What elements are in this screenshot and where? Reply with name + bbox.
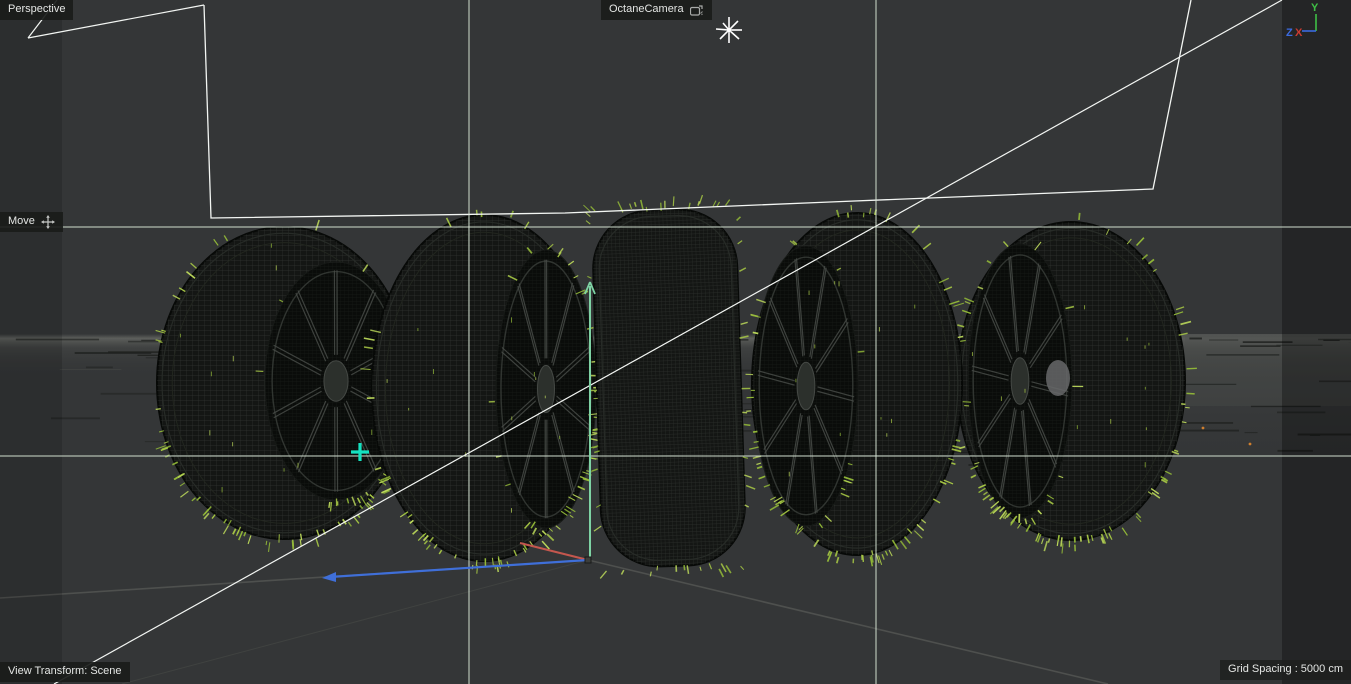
scene-svg[interactable] [0, 0, 1351, 684]
accent-dot [1202, 427, 1205, 430]
active-tool-label[interactable]: Move [0, 212, 63, 232]
viewport-3d[interactable]: Perspective OctaneCamera Move View Trans… [0, 0, 1351, 684]
gizmo-x-label: X [1295, 27, 1303, 39]
light-object-icon [716, 17, 742, 43]
camera-swap-icon[interactable] [690, 4, 704, 16]
accent-dot [1249, 443, 1252, 446]
tire-wireframe-3 [581, 194, 758, 581]
active-tool-text: Move [8, 214, 35, 229]
tire-wireframe-5 [954, 213, 1197, 554]
grid-spacing-label: Grid Spacing : 5000 cm [1220, 660, 1351, 680]
z-axis-handle [330, 560, 588, 577]
grid-spacing-text: Grid Spacing : 5000 cm [1228, 662, 1343, 677]
view-transform-text: View Transform: Scene [8, 664, 122, 679]
x-axis-handle [520, 543, 588, 560]
tire-wireframe-2 [360, 210, 601, 574]
orientation-axis-gizmo: Y Z X [1283, 0, 1331, 46]
gizmo-y-label: Y [1311, 2, 1319, 14]
gizmo-z-label: Z [1286, 27, 1293, 39]
view-transform-label: View Transform: Scene [0, 662, 130, 682]
move-tool-icon [41, 215, 55, 229]
view-name-label[interactable]: Perspective [0, 0, 73, 20]
camera-name-text: OctaneCamera [609, 2, 684, 17]
tire-wireframe-4 [746, 205, 971, 566]
camera-name-label[interactable]: OctaneCamera [601, 0, 712, 20]
view-name-text: Perspective [8, 2, 65, 17]
